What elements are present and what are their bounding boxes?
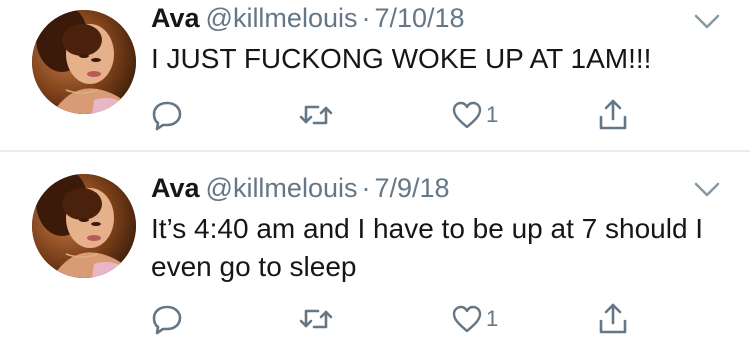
tweet-header: Ava @killmelouis · 7/10/18 (151, 2, 465, 34)
separator-dot: · (361, 3, 371, 33)
separator-dot: · (361, 173, 371, 203)
retweet-button[interactable] (298, 95, 334, 135)
share-icon (596, 301, 630, 337)
like-button[interactable]: 1 (450, 95, 498, 135)
chevron-down-icon[interactable] (694, 182, 720, 198)
reply-icon (150, 98, 184, 132)
tweet-date[interactable]: 7/10/18 (374, 3, 464, 33)
tweet[interactable]: Ava @killmelouis · 7/10/18 I JUST FUCKONG W… (0, 0, 750, 151)
heart-icon (450, 99, 484, 131)
share-button[interactable] (596, 299, 630, 339)
author-name[interactable]: Ava (151, 173, 200, 203)
like-count: 1 (486, 306, 499, 331)
tweet-text: It’s 4:40 am and I have to be up at 7 sh… (151, 213, 704, 282)
avatar[interactable] (32, 10, 136, 114)
heart-icon (450, 303, 484, 335)
reply-button[interactable] (150, 95, 184, 135)
reply-icon (150, 302, 184, 336)
tweet-actions: 1 (150, 299, 650, 339)
avatar[interactable] (32, 174, 136, 278)
tweet-date[interactable]: 7/9/18 (374, 173, 449, 203)
retweet-icon (298, 302, 334, 336)
tweet-text: I JUST FUCKONG WOKE UP AT 1AM!!! (151, 43, 652, 74)
author-handle[interactable]: @killmelouis (206, 173, 358, 203)
share-icon (596, 97, 630, 133)
chevron-down-icon[interactable] (694, 14, 720, 30)
author-handle[interactable]: @killmelouis (206, 3, 358, 33)
tweet-header: Ava @killmelouis · 7/9/18 (151, 172, 450, 204)
tweet-actions: 1 (150, 95, 650, 135)
retweet-button[interactable] (298, 299, 334, 339)
share-button[interactable] (596, 95, 630, 135)
like-button[interactable]: 1 (450, 299, 498, 339)
like-count: 1 (486, 102, 499, 127)
reply-button[interactable] (150, 299, 184, 339)
author-name[interactable]: Ava (151, 3, 200, 33)
tweet[interactable]: Ava @killmelouis · 7/9/18 It’s 4:40 am and … (0, 152, 750, 349)
retweet-icon (298, 98, 334, 132)
